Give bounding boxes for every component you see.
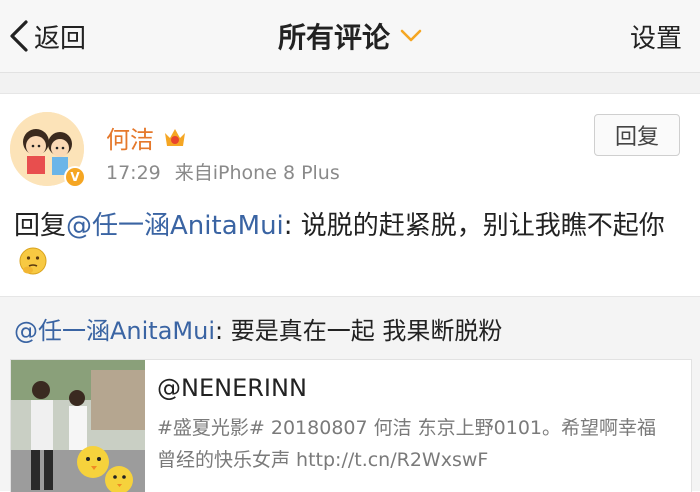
card-description: #盛夏光影# 20180807 何洁 东京上野0101。希望啊幸福 曾经的快乐女… — [157, 417, 657, 471]
vip-member-icon[interactable] — [162, 126, 188, 150]
original-post-text: @任一涵AnitaMui: 要是真在一起 我果断脱粉 — [14, 311, 502, 346]
card-title: @NENERINN — [157, 374, 307, 402]
author-row: 何洁 — [106, 120, 188, 155]
card-thumbnail — [11, 360, 145, 492]
comment-body-text: : 说脱的赶紧脱，别让我瞧不起你 — [283, 211, 665, 241]
chevron-down-icon — [400, 29, 422, 43]
comment-meta: 17:29 来自iPhone 8 Plus — [106, 158, 340, 185]
comment-source: 来自iPhone 8 Plus — [174, 162, 340, 184]
mention-link[interactable]: @任一涵AnitaMui — [66, 211, 284, 241]
author-name[interactable]: 何洁 — [106, 120, 154, 155]
original-post-body: : 要是真在一起 我果断脱粉 — [215, 317, 503, 345]
section-divider — [0, 73, 700, 94]
comment-text: 回复@任一涵AnitaMui: 说脱的赶紧脱，别让我瞧不起你 — [14, 206, 686, 288]
reply-button[interactable]: 回复 — [594, 114, 680, 156]
verified-badge-icon: V — [64, 166, 86, 188]
original-mention-link[interactable]: @任一涵AnitaMui — [14, 317, 215, 345]
thinking-emoji-icon — [18, 246, 48, 288]
comment-card: V 何洁 17:29 来自iPhone 8 Plus 回复 回复@任一涵Anita… — [0, 94, 700, 294]
reply-prefix: 回复 — [14, 211, 67, 241]
comment-filter-dropdown[interactable]: 所有评论 — [0, 14, 700, 58]
page-title: 所有评论 — [277, 21, 390, 54]
nav-bar: 返回 所有评论 设置 — [0, 0, 700, 73]
link-card[interactable]: @NENERINN #盛夏光影# 20180807 何洁 东京上野0101。希望… — [10, 359, 692, 492]
settings-button[interactable]: 设置 — [630, 14, 682, 58]
original-post-section[interactable]: @任一涵AnitaMui: 要是真在一起 我果断脱粉 @NENERINN #盛夏… — [0, 296, 700, 492]
comment-time: 17:29 — [106, 162, 161, 184]
